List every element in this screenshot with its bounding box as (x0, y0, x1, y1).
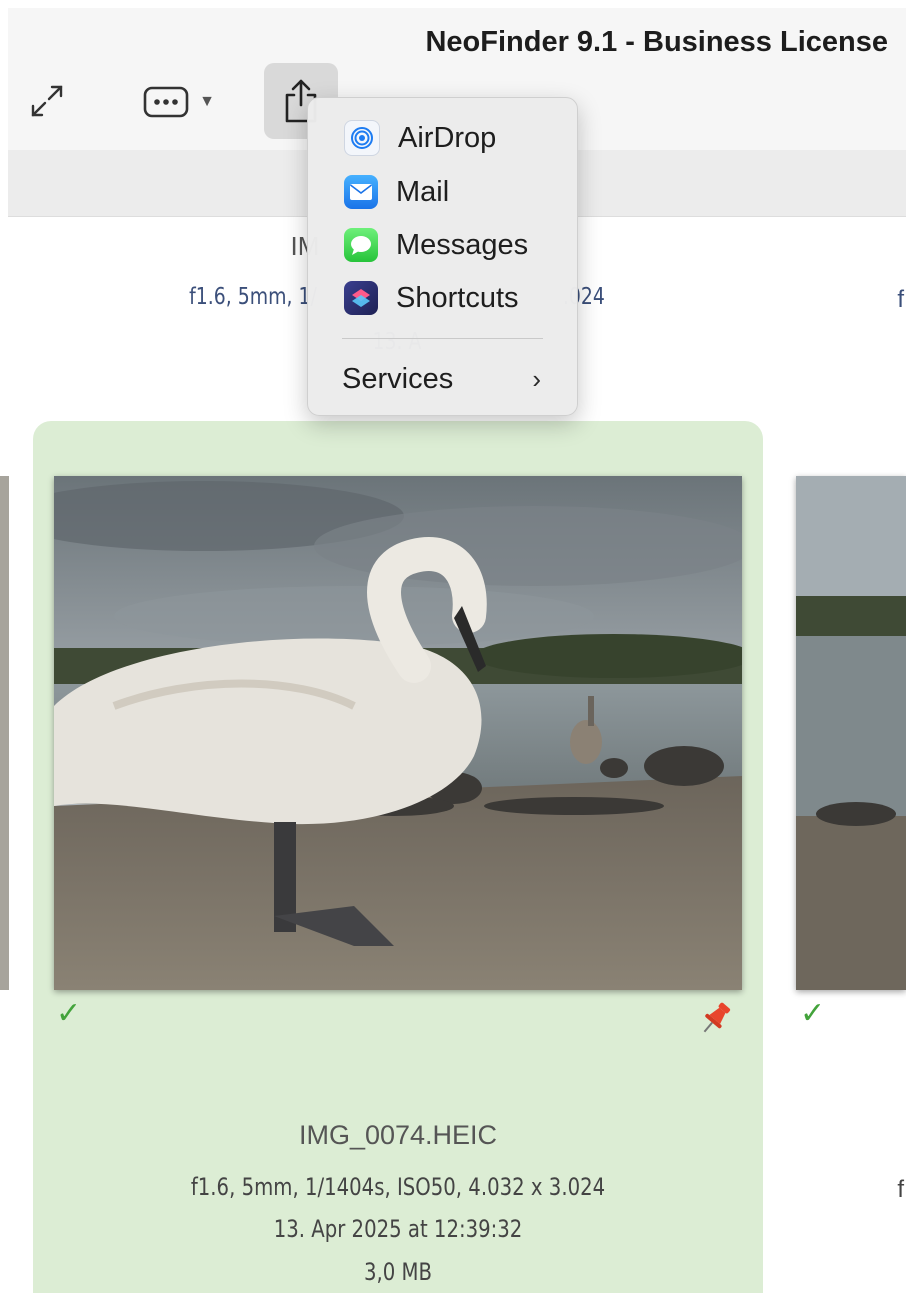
menu-item-services[interactable]: Services › (308, 354, 577, 404)
chevron-right-icon: › (532, 364, 541, 394)
airdrop-icon (344, 120, 380, 156)
next-photo (796, 476, 906, 990)
menu-item-label: Shortcuts (396, 281, 519, 314)
window-title: NeoFinder 9.1 - Business License (425, 26, 888, 58)
share-menu: AirDrop Mail Messages Shortcuts Services… (307, 97, 578, 416)
menu-item-mail[interactable]: Mail (308, 167, 577, 217)
previous-item-thumbnail[interactable] (0, 476, 9, 990)
menu-item-messages[interactable]: Messages (308, 220, 577, 270)
ellipsis-icon (143, 86, 189, 118)
shortcuts-icon (344, 281, 378, 315)
more-actions-button[interactable]: ▼ (134, 80, 224, 124)
item-exif-info: f1.6, 5mm, 1/1404s, ISO50, 4.032 x 3.024 (190, 1173, 606, 1201)
item-size: 3,0 MB (363, 1258, 433, 1286)
app-window: NeoFinder 9.1 - Business License ▼ IM f1… (0, 0, 906, 1293)
top-item-meta-left: f1.6, 5mm, 1/ (189, 284, 317, 310)
menu-separator (342, 338, 543, 339)
swan-photo (54, 476, 742, 990)
menu-item-airdrop[interactable]: AirDrop (308, 113, 577, 163)
messages-icon (344, 228, 378, 262)
item-date: 13. Apr 2025 at 12:39:32 (273, 1215, 523, 1243)
menu-item-label: Mail (396, 175, 450, 208)
fullscreen-button[interactable] (22, 76, 72, 126)
menu-item-label: Services (342, 362, 454, 395)
menu-item-label: AirDrop (398, 121, 497, 154)
item-name: IMG_0074.HEIC (298, 1120, 498, 1150)
checkmark-icon: ✓ (800, 997, 826, 1030)
checkmark-icon: ✓ (56, 997, 82, 1030)
mail-icon (344, 175, 378, 209)
menu-item-shortcuts[interactable]: Shortcuts (308, 273, 577, 323)
right-item-meta-partial: f (897, 1176, 904, 1203)
next-item-thumbnail[interactable] (796, 476, 906, 990)
pushpin-icon (703, 1002, 731, 1033)
menu-item-label: Messages (396, 228, 529, 261)
dropdown-caret-icon: ▼ (199, 93, 215, 110)
item-thumbnail[interactable] (54, 476, 742, 990)
expand-arrows-icon (31, 85, 63, 117)
right-item-meta-partial: f (897, 286, 904, 313)
